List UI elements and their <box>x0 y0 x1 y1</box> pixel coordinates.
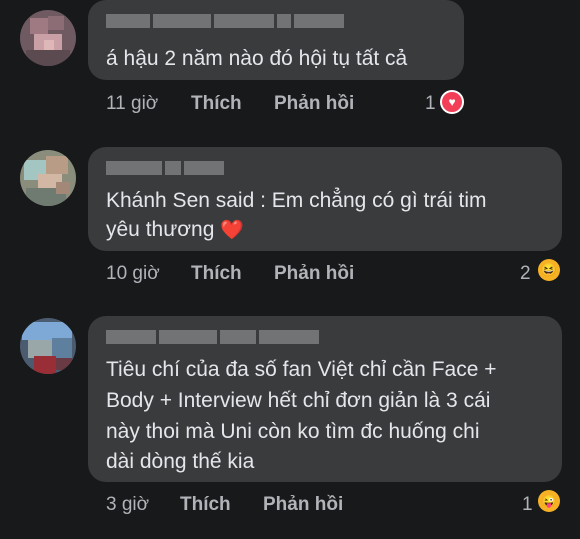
like-button[interactable]: Thích <box>191 93 242 115</box>
avatar[interactable] <box>20 318 76 374</box>
avatar[interactable] <box>20 10 76 66</box>
comment-time[interactable]: 10 giờ <box>106 263 160 285</box>
comment-text: yêu thương <box>106 218 215 241</box>
avatar[interactable] <box>20 150 76 206</box>
comment-text-line: Tiêu chí của đa số fan Việt chỉ cần Face… <box>106 358 497 381</box>
comment-text-line: này thoi mà Uni còn ko tìm đc huống chi <box>106 420 480 443</box>
blurred-author-name <box>106 330 319 344</box>
reply-button[interactable]: Phản hồi <box>274 263 354 285</box>
comment-time[interactable]: 3 giờ <box>106 494 149 516</box>
comment-text-line: Body + Interview hết chỉ đơn giản là 3 c… <box>106 389 491 412</box>
reply-button[interactable]: Phản hồi <box>274 93 354 115</box>
reaction-count[interactable]: 1 <box>425 93 436 115</box>
reply-button[interactable]: Phản hồi <box>263 494 343 516</box>
comment-time[interactable]: 11 giờ <box>106 93 158 115</box>
haha-reaction-icon[interactable]: 😆 <box>538 259 560 281</box>
comment-text-line: dài dòng thế kia <box>106 450 255 473</box>
blurred-author-name <box>106 14 344 28</box>
like-button[interactable]: Thích <box>191 263 242 285</box>
tongue-face-reaction-icon[interactable]: 😜 <box>538 490 560 512</box>
reaction-count[interactable]: 1 <box>522 494 533 516</box>
blurred-author-name <box>106 161 224 175</box>
comment-bubble: Tiêu chí của đa số fan Việt chỉ cần Face… <box>88 316 562 482</box>
like-button[interactable]: Thích <box>180 494 231 516</box>
comment-text-line: Khánh Sen said : Em chẳng có gì trái tim <box>106 189 487 212</box>
comment-text-line: yêu thương ❤️ <box>106 214 548 246</box>
comment-bubble: Khánh Sen said : Em chẳng có gì trái tim… <box>88 147 562 251</box>
comment-bubble: á hậu 2 năm nào đó hội tụ tất cả <box>88 0 464 80</box>
red-heart-emoji: ❤️ <box>220 220 244 241</box>
reaction-count[interactable]: 2 <box>520 263 531 285</box>
love-reaction-icon[interactable]: ♥ <box>440 90 464 114</box>
comment-text: á hậu 2 năm nào đó hội tụ tất cả <box>106 47 408 70</box>
